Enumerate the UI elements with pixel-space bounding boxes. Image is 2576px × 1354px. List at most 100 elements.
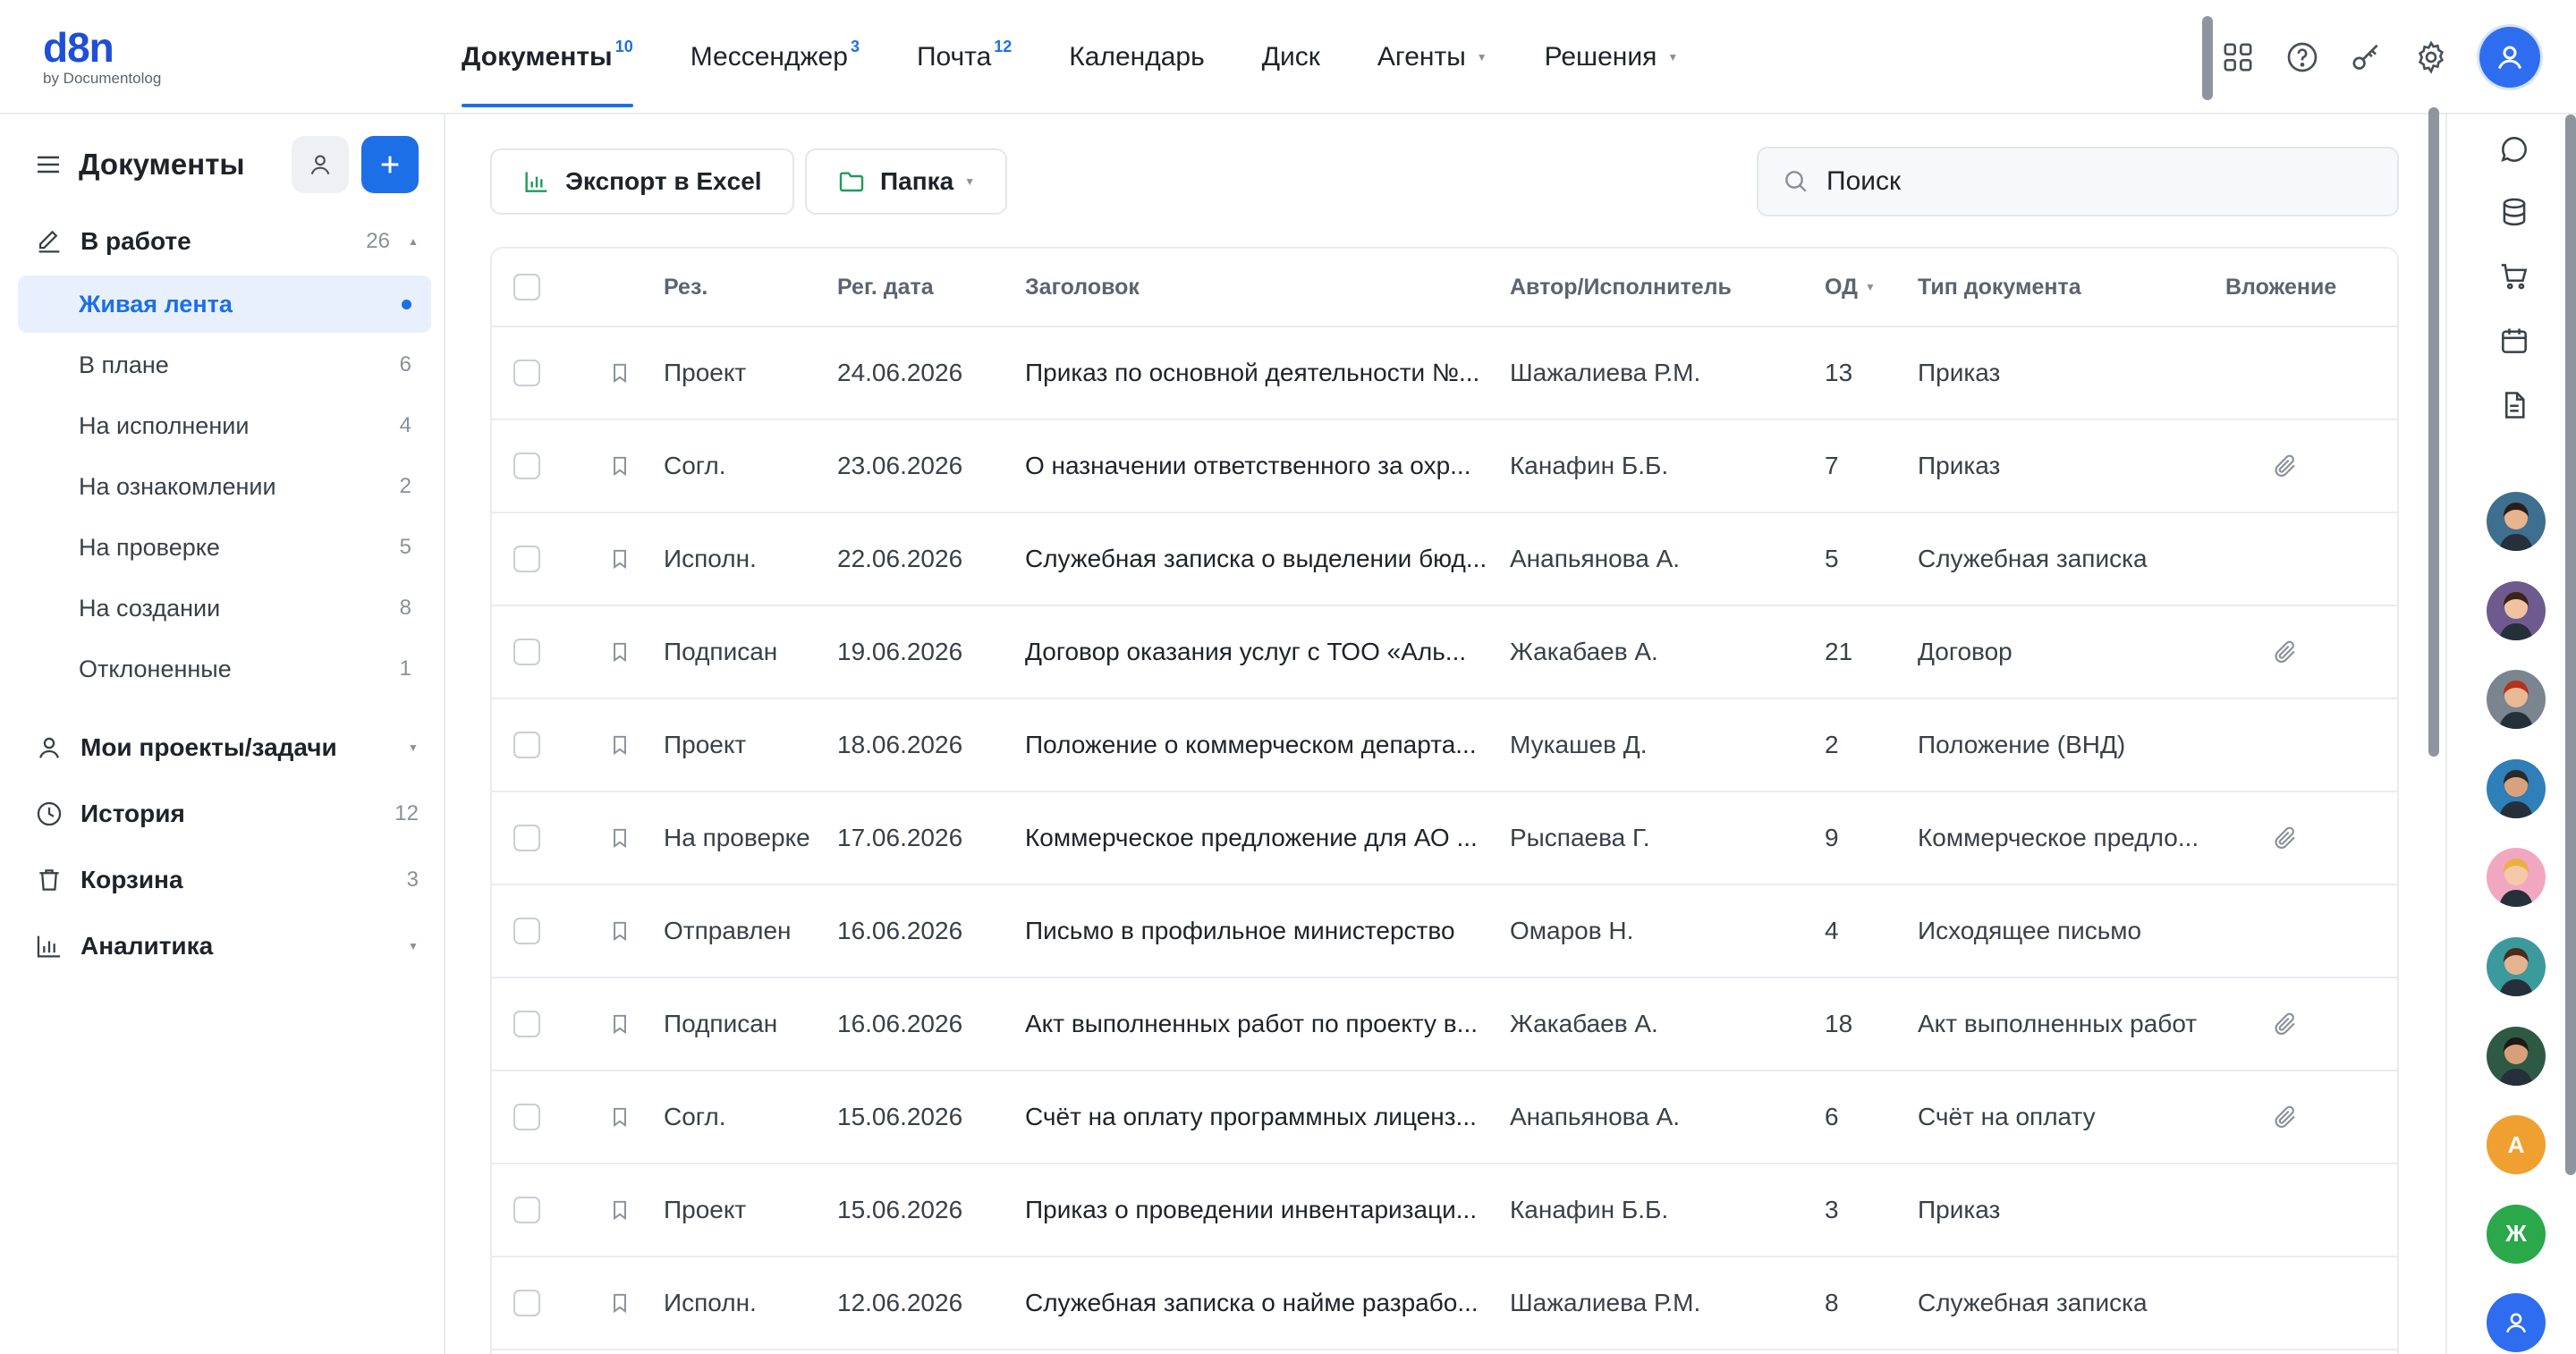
row-checkbox[interactable]: [513, 1164, 540, 1256]
sidebar-section-trash[interactable]: Корзина 3: [34, 855, 419, 905]
header-title[interactable]: Заголовок: [1025, 249, 1140, 326]
table-row[interactable]: Подписан 19.06.2026 Договор оказания услуг…: [492, 606, 2397, 699]
row-checkbox[interactable]: [513, 606, 540, 698]
attachment-icon[interactable]: [2272, 978, 2299, 1070]
tab-5[interactable]: Агенты ▼: [1377, 0, 1487, 114]
help-icon[interactable]: [2284, 39, 2320, 75]
table-row[interactable]: Исполн. 22.06.2026 Служебная записка о выд…: [492, 513, 2397, 606]
bookmark-icon[interactable]: [608, 1071, 631, 1163]
table-row[interactable]: Согл. 23.06.2026 О назначении ответственно…: [492, 420, 2397, 513]
contact-avatar[interactable]: [2487, 758, 2546, 818]
sidebar-item-1[interactable]: В плане 6: [18, 336, 431, 394]
sidebar-item-2[interactable]: На исполнении 4: [18, 397, 431, 454]
bookmark-icon[interactable]: [608, 420, 631, 512]
contact-avatar[interactable]: [2487, 848, 2546, 908]
main-scrollbar[interactable]: [2428, 107, 2439, 757]
row-checkbox[interactable]: [513, 1257, 540, 1349]
sidebar-item-6[interactable]: Отклоненные 1: [18, 640, 431, 698]
table-row[interactable]: Проект 18.06.2026 Положение о коммерческом…: [492, 699, 2397, 792]
tab-6[interactable]: Решения ▼: [1545, 0, 1679, 114]
attachment-icon[interactable]: [2272, 1071, 2299, 1163]
contact-avatar[interactable]: А: [2487, 1115, 2546, 1175]
table-row[interactable]: Отправлен 16.06.2026 Письмо в профильное м…: [492, 885, 2397, 978]
search-input[interactable]: [1826, 166, 2363, 197]
tab-4[interactable]: Диск: [1262, 0, 1320, 114]
header-doc-type[interactable]: Тип документа: [1918, 249, 2081, 326]
chevron-down-icon[interactable]: ▼: [408, 940, 419, 952]
bookmark-icon[interactable]: [608, 327, 631, 419]
row-checkbox[interactable]: [513, 1071, 540, 1163]
bookmark-icon[interactable]: [608, 1257, 631, 1349]
export-label: Экспорт в Excel: [565, 167, 762, 195]
calendar-icon[interactable]: [2497, 324, 2531, 358]
sidebar-item-4[interactable]: На проверке 5: [18, 519, 431, 576]
row-checkbox[interactable]: [513, 420, 540, 512]
bookmark-icon[interactable]: [608, 1164, 631, 1256]
cart-icon[interactable]: [2497, 259, 2531, 293]
row-checkbox[interactable]: [513, 885, 540, 977]
sidebar-section-history[interactable]: История 12: [34, 789, 419, 839]
sidebar-section-projects[interactable]: Мои проекты/задачи ▼: [34, 723, 419, 773]
contact-avatar[interactable]: [2487, 1293, 2546, 1353]
table-row[interactable]: Согл. 15.06.2026 Счёт на оплату программны…: [492, 1071, 2397, 1164]
chat-icon[interactable]: [2497, 132, 2531, 166]
table-row[interactable]: Исполн. 12.06.2026 Служебная записка о най…: [492, 1257, 2397, 1350]
attachment-icon[interactable]: [2272, 792, 2299, 884]
key-icon[interactable]: [2349, 39, 2385, 75]
attachment-icon[interactable]: [2272, 420, 2299, 512]
bookmark-icon[interactable]: [608, 699, 631, 791]
rail-scrollbar[interactable]: [2565, 114, 2576, 1175]
contact-avatar[interactable]: Ж: [2487, 1204, 2546, 1264]
contact-avatar[interactable]: [2487, 580, 2546, 640]
header-res[interactable]: Рез.: [664, 249, 708, 326]
chevron-down-icon[interactable]: ▼: [408, 741, 419, 754]
database-icon[interactable]: [2497, 195, 2531, 229]
sidebar-item-5[interactable]: На создании 8: [18, 580, 431, 637]
assign-user-button[interactable]: [292, 136, 349, 193]
contact-avatar[interactable]: [2487, 937, 2546, 996]
row-checkbox[interactable]: [513, 792, 540, 884]
top-scrollbar[interactable]: [2202, 16, 2213, 100]
header-reg-date[interactable]: Рег. дата: [837, 249, 934, 326]
select-all-checkbox[interactable]: [513, 249, 540, 326]
table-row[interactable]: Проект 24.06.2026 Приказ по основной деяте…: [492, 327, 2397, 420]
sidebar-item-0[interactable]: Живая лента: [18, 275, 431, 333]
tab-2[interactable]: Почта 12: [917, 0, 1012, 114]
contact-avatar[interactable]: [2487, 670, 2546, 730]
export-excel-button[interactable]: Экспорт в Excel: [490, 148, 794, 215]
menu-icon[interactable]: [34, 150, 63, 179]
header-author[interactable]: Автор/Исполнитель: [1510, 249, 1732, 326]
app-logo[interactable]: d8n by Documentolog: [43, 27, 161, 88]
folder-button[interactable]: Папка ▼: [805, 148, 1008, 215]
sidebar-section-in-work[interactable]: В работе 26 ▲: [34, 216, 419, 267]
bookmark-icon[interactable]: [608, 606, 631, 698]
row-checkbox[interactable]: [513, 699, 540, 791]
attachment-icon[interactable]: [2272, 606, 2299, 698]
settings-icon[interactable]: [2413, 39, 2449, 75]
tab-3[interactable]: Календарь: [1069, 0, 1204, 114]
sidebar-section-analytics[interactable]: Аналитика ▼: [34, 921, 419, 971]
tab-1[interactable]: Мессенджер 3: [691, 0, 860, 114]
bookmark-icon[interactable]: [608, 792, 631, 884]
contact-avatar[interactable]: [2487, 492, 2546, 551]
grid-icon[interactable]: [2220, 39, 2256, 75]
tab-0[interactable]: Документы 10: [462, 0, 633, 114]
bookmark-icon[interactable]: [608, 513, 631, 605]
header-attachment[interactable]: Вложение: [2225, 249, 2336, 326]
table-row[interactable]: Проект 15.06.2026 Приказ о проведении инве…: [492, 1164, 2397, 1257]
header-od[interactable]: ОД ▼: [1825, 249, 1876, 326]
document-icon[interactable]: [2497, 388, 2531, 422]
row-checkbox[interactable]: [513, 978, 540, 1070]
contact-avatar[interactable]: [2487, 1026, 2546, 1086]
table-row[interactable]: Подписан 16.06.2026 Акт выполненных работ …: [492, 978, 2397, 1071]
cell-doc-type: Исходящее письмо: [1918, 917, 2142, 944]
chevron-up-icon[interactable]: ▲: [408, 235, 419, 248]
sidebar-item-3[interactable]: На ознакомлении 2: [18, 458, 431, 515]
table-row[interactable]: На проверке 17.06.2026 Коммерческое предло…: [492, 792, 2397, 885]
bookmark-icon[interactable]: [608, 978, 631, 1070]
create-document-button[interactable]: [361, 136, 419, 193]
row-checkbox[interactable]: [513, 513, 540, 605]
row-checkbox[interactable]: [513, 327, 540, 419]
bookmark-icon[interactable]: [608, 885, 631, 977]
user-avatar[interactable]: [2479, 27, 2540, 88]
